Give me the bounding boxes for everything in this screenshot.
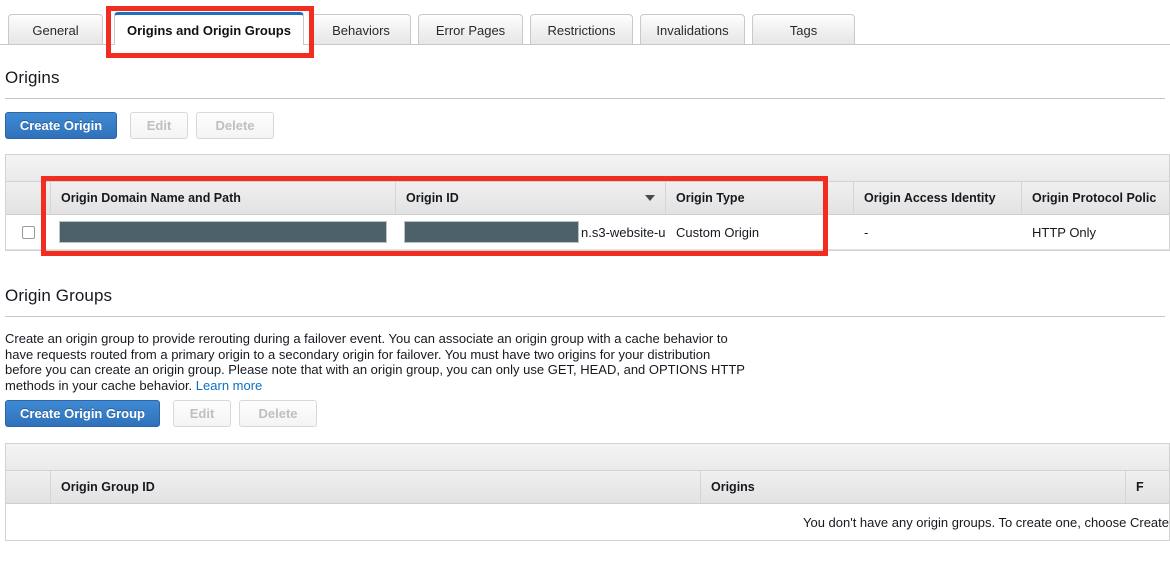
delete-origin-group-button[interactable]: Delete [239, 400, 317, 427]
origins-select-all-header[interactable] [6, 182, 51, 214]
delete-origin-button[interactable]: Delete [196, 112, 274, 139]
origins-cell-origin-protocol-policy: HTTP Only [1022, 215, 1169, 249]
origin-groups-table: Origin Group ID Origins F You don't have… [5, 443, 1170, 541]
origins-section-title: Origins [5, 68, 60, 88]
create-origin-button[interactable]: Create Origin [5, 112, 117, 139]
origin-groups-select-all-header[interactable] [6, 471, 51, 503]
origins-col-domain-name-and-path-label: Origin Domain Name and Path [61, 191, 241, 205]
origins-table: Origin Domain Name and Path Origin ID Or… [5, 154, 1170, 251]
edit-origin-group-button[interactable]: Edit [173, 400, 231, 427]
tab-restrictions[interactable]: Restrictions [530, 14, 633, 45]
origin-groups-table-header-row: Origin Group ID Origins F [6, 471, 1169, 504]
create-origin-group-button[interactable]: Create Origin Group [5, 400, 160, 427]
origins-col-origin-protocol-policy-label: Origin Protocol Polic [1032, 191, 1156, 205]
origin-groups-col-origin-group-id[interactable]: Origin Group ID [51, 471, 701, 503]
tab-tags[interactable]: Tags [752, 14, 855, 45]
origins-cell-origin-type: Custom Origin [666, 215, 854, 249]
origin-groups-description-line-4: methods in your cache behavior. [5, 378, 192, 393]
origin-groups-description-line-1: Create an origin group to provide rerout… [5, 331, 728, 346]
origins-col-domain-name-and-path[interactable]: Origin Domain Name and Path [51, 182, 396, 214]
origins-table-toolbar [6, 155, 1169, 182]
origins-col-origin-access-identity[interactable]: Origin Access Identity [854, 182, 1022, 214]
origins-col-origin-protocol-policy[interactable]: Origin Protocol Polic [1022, 182, 1169, 214]
origin-groups-description-line-3: before you can create an origin group. P… [5, 362, 745, 377]
sort-descending-caret-icon [645, 195, 655, 201]
redacted-domain-name-value [59, 221, 387, 243]
origins-title-divider [5, 98, 1165, 99]
origin-groups-description: Create an origin group to provide rerout… [5, 331, 1165, 393]
edit-origin-button[interactable]: Edit [130, 112, 188, 139]
tab-origins-and-origin-groups[interactable]: Origins and Origin Groups [114, 12, 304, 45]
origins-col-origin-access-identity-label: Origin Access Identity [864, 191, 996, 205]
tab-behaviors[interactable]: Behaviors [311, 14, 411, 45]
origins-cell-domain-name-and-path [51, 215, 396, 249]
origins-cell-origin-id: n.s3-website-u [396, 215, 666, 249]
tab-invalidations[interactable]: Invalidations [640, 14, 745, 45]
origin-groups-col-failover[interactable]: F [1126, 471, 1169, 503]
origins-table-row[interactable]: n.s3-website-u Custom Origin - HTTP Only [6, 215, 1169, 250]
origins-col-origin-type-label: Origin Type [676, 191, 745, 205]
origins-col-origin-id-label: Origin ID [406, 191, 459, 205]
origins-table-header-row: Origin Domain Name and Path Origin ID Or… [6, 182, 1169, 215]
origin-groups-col-failover-label: F [1136, 480, 1144, 494]
origin-groups-col-origins-label: Origins [711, 480, 755, 494]
cloudfront-distribution-page: General Origins and Origin Groups Behavi… [0, 0, 1170, 563]
tab-error-pages[interactable]: Error Pages [418, 14, 523, 45]
origin-groups-empty-message: You don't have any origin groups. To cre… [6, 504, 1169, 540]
learn-more-link[interactable]: Learn more [196, 378, 262, 393]
origins-row-select-cell[interactable] [6, 215, 51, 249]
tab-bar: General Origins and Origin Groups Behavi… [0, 14, 1170, 46]
origins-cell-origin-id-suffix: n.s3-website-u [579, 225, 666, 240]
origin-groups-col-origin-group-id-label: Origin Group ID [61, 480, 155, 494]
origin-groups-description-line-2: have requests routed from a primary orig… [5, 347, 710, 362]
origin-groups-table-toolbar [6, 444, 1169, 471]
origin-groups-col-origins[interactable]: Origins [701, 471, 1126, 503]
origin-groups-section-title: Origin Groups [5, 286, 112, 306]
tab-general[interactable]: General [8, 14, 103, 45]
redacted-origin-id-value [404, 221, 579, 243]
origins-cell-origin-access-identity: - [854, 215, 1022, 249]
origins-row-checkbox[interactable] [22, 226, 35, 239]
origins-col-origin-id[interactable]: Origin ID [396, 182, 666, 214]
origin-groups-title-divider [5, 316, 1165, 317]
origins-col-origin-type[interactable]: Origin Type [666, 182, 854, 214]
